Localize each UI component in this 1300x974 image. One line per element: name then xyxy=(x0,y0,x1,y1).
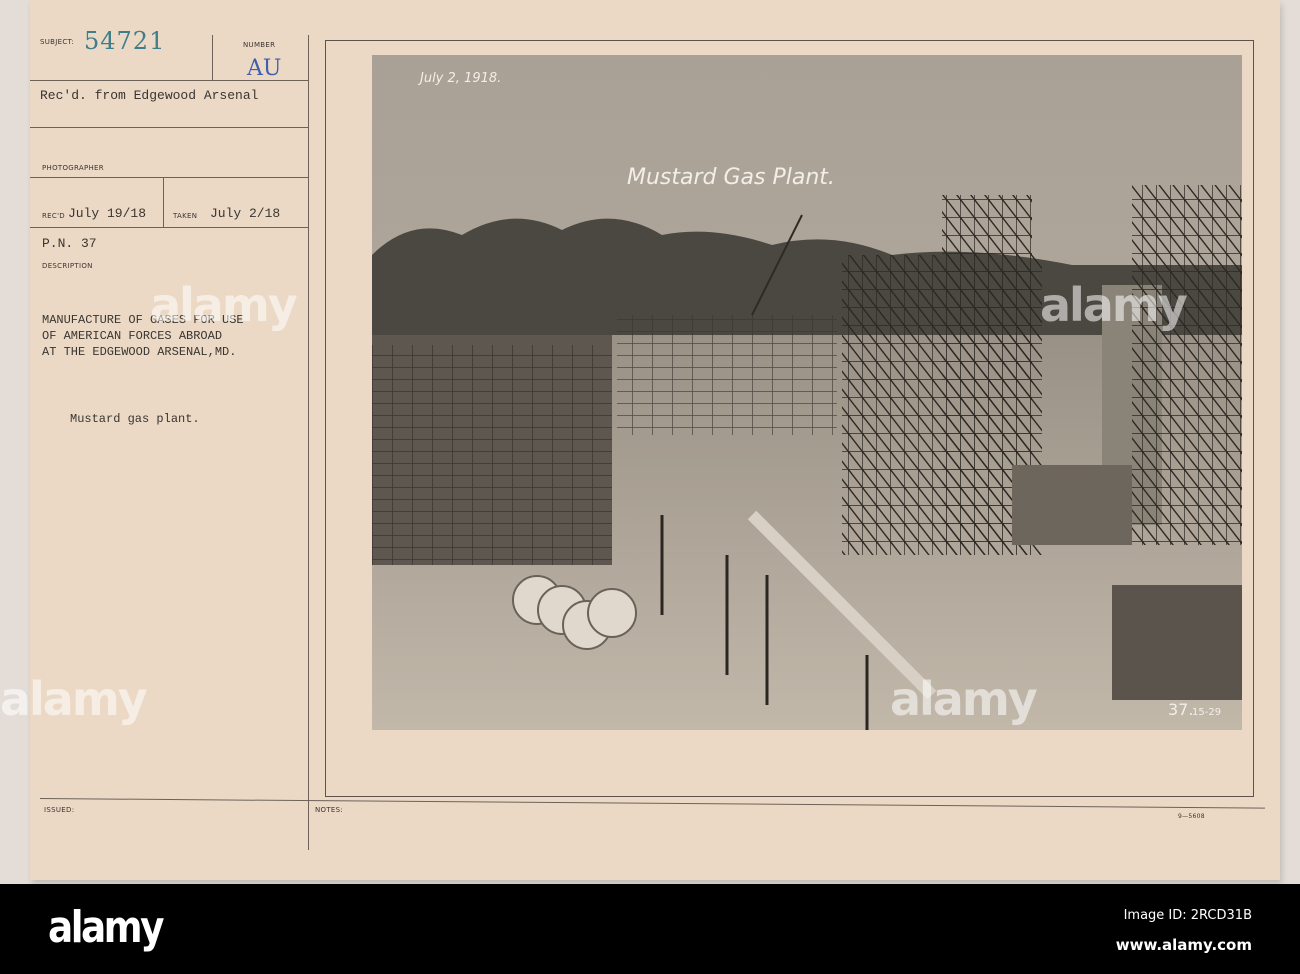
plate-code: 15-29 xyxy=(1192,707,1222,718)
description-line: AT THE EDGEWOOD ARSENAL,MD. xyxy=(42,345,237,359)
site-url[interactable]: www.alamy.com xyxy=(1116,936,1252,954)
photo-scene xyxy=(372,55,1242,730)
issued-label: ISSUED: xyxy=(44,806,75,814)
construction-photo: July 2, 1918. Mustard Gas Plant. 37. 15-… xyxy=(372,55,1242,730)
caption: Mustard gas plant. xyxy=(70,412,200,426)
watermark: alamy xyxy=(890,672,1038,726)
image-id: Image ID: 2RCD31B xyxy=(1123,908,1252,923)
recd-date: July 19/18 xyxy=(68,206,147,221)
number-label: NUMBER xyxy=(243,41,276,49)
photo-title-annotation: Mustard Gas Plant. xyxy=(627,165,835,190)
notes-label: NOTES: xyxy=(315,806,344,814)
divider xyxy=(30,80,308,81)
photo-date-annotation: July 2, 1918. xyxy=(420,71,502,86)
plate-number: 37. xyxy=(1168,700,1194,719)
watermark: alamy xyxy=(1040,278,1188,332)
stock-footer: alamy Image ID: 2RCD31B www.alamy.com xyxy=(0,884,1300,974)
subject-number: 54721 xyxy=(84,27,166,55)
divider xyxy=(212,35,213,80)
number-value: AU xyxy=(247,56,282,81)
watermark: alamy xyxy=(150,278,298,332)
received-from: Rec'd. from Edgewood Arsenal xyxy=(40,88,259,103)
taken-date: July 2/18 xyxy=(210,206,281,221)
divider xyxy=(30,177,308,178)
divider xyxy=(30,127,308,128)
photographer-label: PHOTOGRAPHER xyxy=(42,164,104,172)
subject-label: SUBJECT: xyxy=(40,38,75,46)
alamy-logo: alamy xyxy=(48,902,164,953)
form-number: 9—5608 xyxy=(1178,813,1205,820)
taken-label: TAKEN xyxy=(173,212,198,220)
pn-number: P.N. 37 xyxy=(42,236,97,251)
divider xyxy=(30,227,308,228)
watermark: alamy xyxy=(0,672,148,726)
description-label: DESCRIPTION xyxy=(42,262,93,270)
column-divider xyxy=(308,35,309,850)
recd-label: REC'D xyxy=(42,212,65,220)
divider xyxy=(163,178,164,228)
